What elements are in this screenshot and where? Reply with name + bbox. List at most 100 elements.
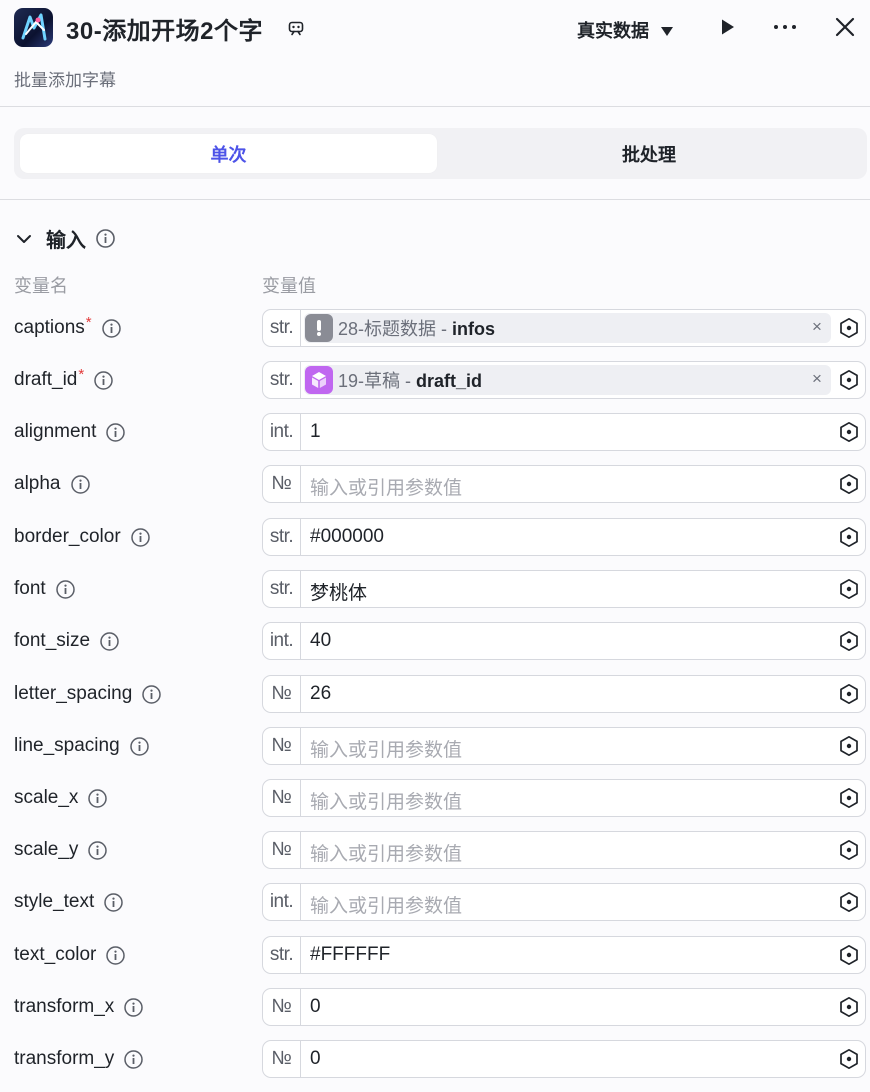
data-mode-dropdown[interactable]: 真实数据 xyxy=(577,17,673,43)
param-row-style-text: style_text int. 输入或引用参数值 xyxy=(0,883,870,923)
param-name-label: scale_y xyxy=(14,839,79,860)
info-icon[interactable] xyxy=(141,684,162,705)
tab-single[interactable]: 单次 xyxy=(20,134,437,173)
required-asterisk: * xyxy=(85,313,92,331)
param-name: alpha xyxy=(14,473,91,495)
variable-picker-icon[interactable] xyxy=(838,526,860,548)
variable-picker-icon[interactable] xyxy=(838,630,860,652)
param-row-line-spacing: line_spacing № 输入或引用参数值 xyxy=(0,727,870,767)
run-mode-tabs: 单次 批处理 xyxy=(14,128,867,179)
param-value-input[interactable]: str. 28-标题数据 - infos × xyxy=(262,309,866,347)
param-value: #FFFFFF xyxy=(310,944,391,965)
type-badge: str. xyxy=(263,362,301,398)
info-icon[interactable] xyxy=(93,370,114,391)
param-name: scale_y xyxy=(14,839,108,861)
reference-tag[interactable]: 19-草稿 - draft_id × xyxy=(304,365,831,395)
info-icon[interactable] xyxy=(101,318,122,339)
param-placeholder: 输入或引用参数值 xyxy=(310,740,463,761)
param-name: captions * xyxy=(14,313,122,339)
variable-picker-icon[interactable] xyxy=(838,578,860,600)
info-icon[interactable] xyxy=(123,997,144,1018)
data-mode-label: 真实数据 xyxy=(577,21,649,41)
param-value: 40 xyxy=(310,630,332,651)
type-badge: int. xyxy=(263,623,301,659)
variable-picker-icon[interactable] xyxy=(838,996,860,1018)
more-button[interactable] xyxy=(772,14,798,40)
variable-picker-icon[interactable] xyxy=(838,683,860,705)
info-icon[interactable] xyxy=(123,1049,144,1070)
param-value-input[interactable]: № 0 xyxy=(262,1040,866,1078)
info-icon[interactable] xyxy=(95,228,116,249)
variable-picker-icon[interactable] xyxy=(838,839,860,861)
param-value-input[interactable]: int. 40 xyxy=(262,622,866,660)
divider xyxy=(0,199,870,200)
variable-picker-icon[interactable] xyxy=(838,317,860,339)
clear-reference-icon[interactable]: × xyxy=(807,369,827,389)
variable-picker-icon[interactable] xyxy=(838,1048,860,1070)
param-name-label: alpha xyxy=(14,473,61,494)
plugin-icon[interactable] xyxy=(287,19,305,37)
param-value-input[interactable]: № 26 xyxy=(262,675,866,713)
param-name-label: alignment xyxy=(14,421,97,442)
variable-picker-icon[interactable] xyxy=(838,891,860,913)
close-icon xyxy=(835,17,855,37)
variable-picker-icon[interactable] xyxy=(838,369,860,391)
param-value-input[interactable]: str. #FFFFFF xyxy=(262,936,866,974)
info-icon[interactable] xyxy=(130,527,151,548)
type-badge: № xyxy=(263,780,301,816)
param-value-input[interactable]: № 输入或引用参数值 xyxy=(262,727,866,765)
info-icon[interactable] xyxy=(99,631,120,652)
info-icon[interactable] xyxy=(105,945,126,966)
tab-batch[interactable]: 批处理 xyxy=(437,134,861,173)
node-header: 30-添加开场2个字 真实数据 批量添加字幕 xyxy=(0,0,870,107)
param-value-input[interactable]: № 输入或引用参数值 xyxy=(262,465,866,503)
run-button[interactable] xyxy=(714,14,740,40)
param-row-transform-y: transform_y № 0 xyxy=(0,1040,870,1080)
info-icon[interactable] xyxy=(105,422,126,443)
variable-picker-icon[interactable] xyxy=(838,787,860,809)
param-placeholder: 输入或引用参数值 xyxy=(310,478,463,499)
node-subtitle: 批量添加字幕 xyxy=(14,71,116,90)
divider xyxy=(0,106,870,107)
info-icon[interactable] xyxy=(87,840,108,861)
info-icon[interactable] xyxy=(87,788,108,809)
param-value-input[interactable]: str. #000000 xyxy=(262,518,866,556)
param-value-input[interactable]: № 0 xyxy=(262,988,866,1026)
close-button[interactable] xyxy=(832,14,858,40)
type-badge: str. xyxy=(263,310,301,346)
type-badge: № xyxy=(263,989,301,1025)
variable-picker-icon[interactable] xyxy=(838,944,860,966)
param-value: 0 xyxy=(310,1048,321,1069)
param-value-input[interactable]: № 输入或引用参数值 xyxy=(262,831,866,869)
variable-picker-icon[interactable] xyxy=(838,421,860,443)
reference-tag[interactable]: 28-标题数据 - infos × xyxy=(304,313,831,343)
param-value: 26 xyxy=(310,683,332,704)
param-name-label: transform_x xyxy=(14,996,115,1017)
info-icon[interactable] xyxy=(70,474,91,495)
param-value-input[interactable]: int. 1 xyxy=(262,413,866,451)
param-value: 0 xyxy=(310,996,321,1017)
variable-picker-icon[interactable] xyxy=(838,473,860,495)
caret-down-icon xyxy=(661,26,673,36)
param-name: line_spacing xyxy=(14,735,150,757)
param-value-input[interactable]: № 输入或引用参数值 xyxy=(262,779,866,817)
param-name: transform_x xyxy=(14,996,144,1018)
info-icon[interactable] xyxy=(103,892,124,913)
section-title: 输入 xyxy=(46,230,86,252)
input-section-toggle[interactable]: 输入 xyxy=(14,224,116,253)
clear-reference-icon[interactable]: × xyxy=(807,317,827,337)
param-name-label: style_text xyxy=(14,891,95,912)
info-icon[interactable] xyxy=(129,736,150,757)
param-name: letter_spacing xyxy=(14,683,162,705)
param-value-input[interactable]: str. 19-草稿 - draft_id × xyxy=(262,361,866,399)
type-badge: int. xyxy=(263,414,301,450)
param-value-input[interactable]: int. 输入或引用参数值 xyxy=(262,883,866,921)
variable-picker-icon[interactable] xyxy=(838,735,860,757)
param-row-scale-x: scale_x № 输入或引用参数值 xyxy=(0,779,870,819)
node-title: 30-添加开场2个字 xyxy=(66,18,264,45)
param-row-font-size: font_size int. 40 xyxy=(0,622,870,662)
info-icon[interactable] xyxy=(55,579,76,600)
param-name-label: transform_y xyxy=(14,1048,115,1069)
exclamation-icon xyxy=(305,314,333,342)
param-value-input[interactable]: str. 梦桃体 xyxy=(262,570,866,608)
